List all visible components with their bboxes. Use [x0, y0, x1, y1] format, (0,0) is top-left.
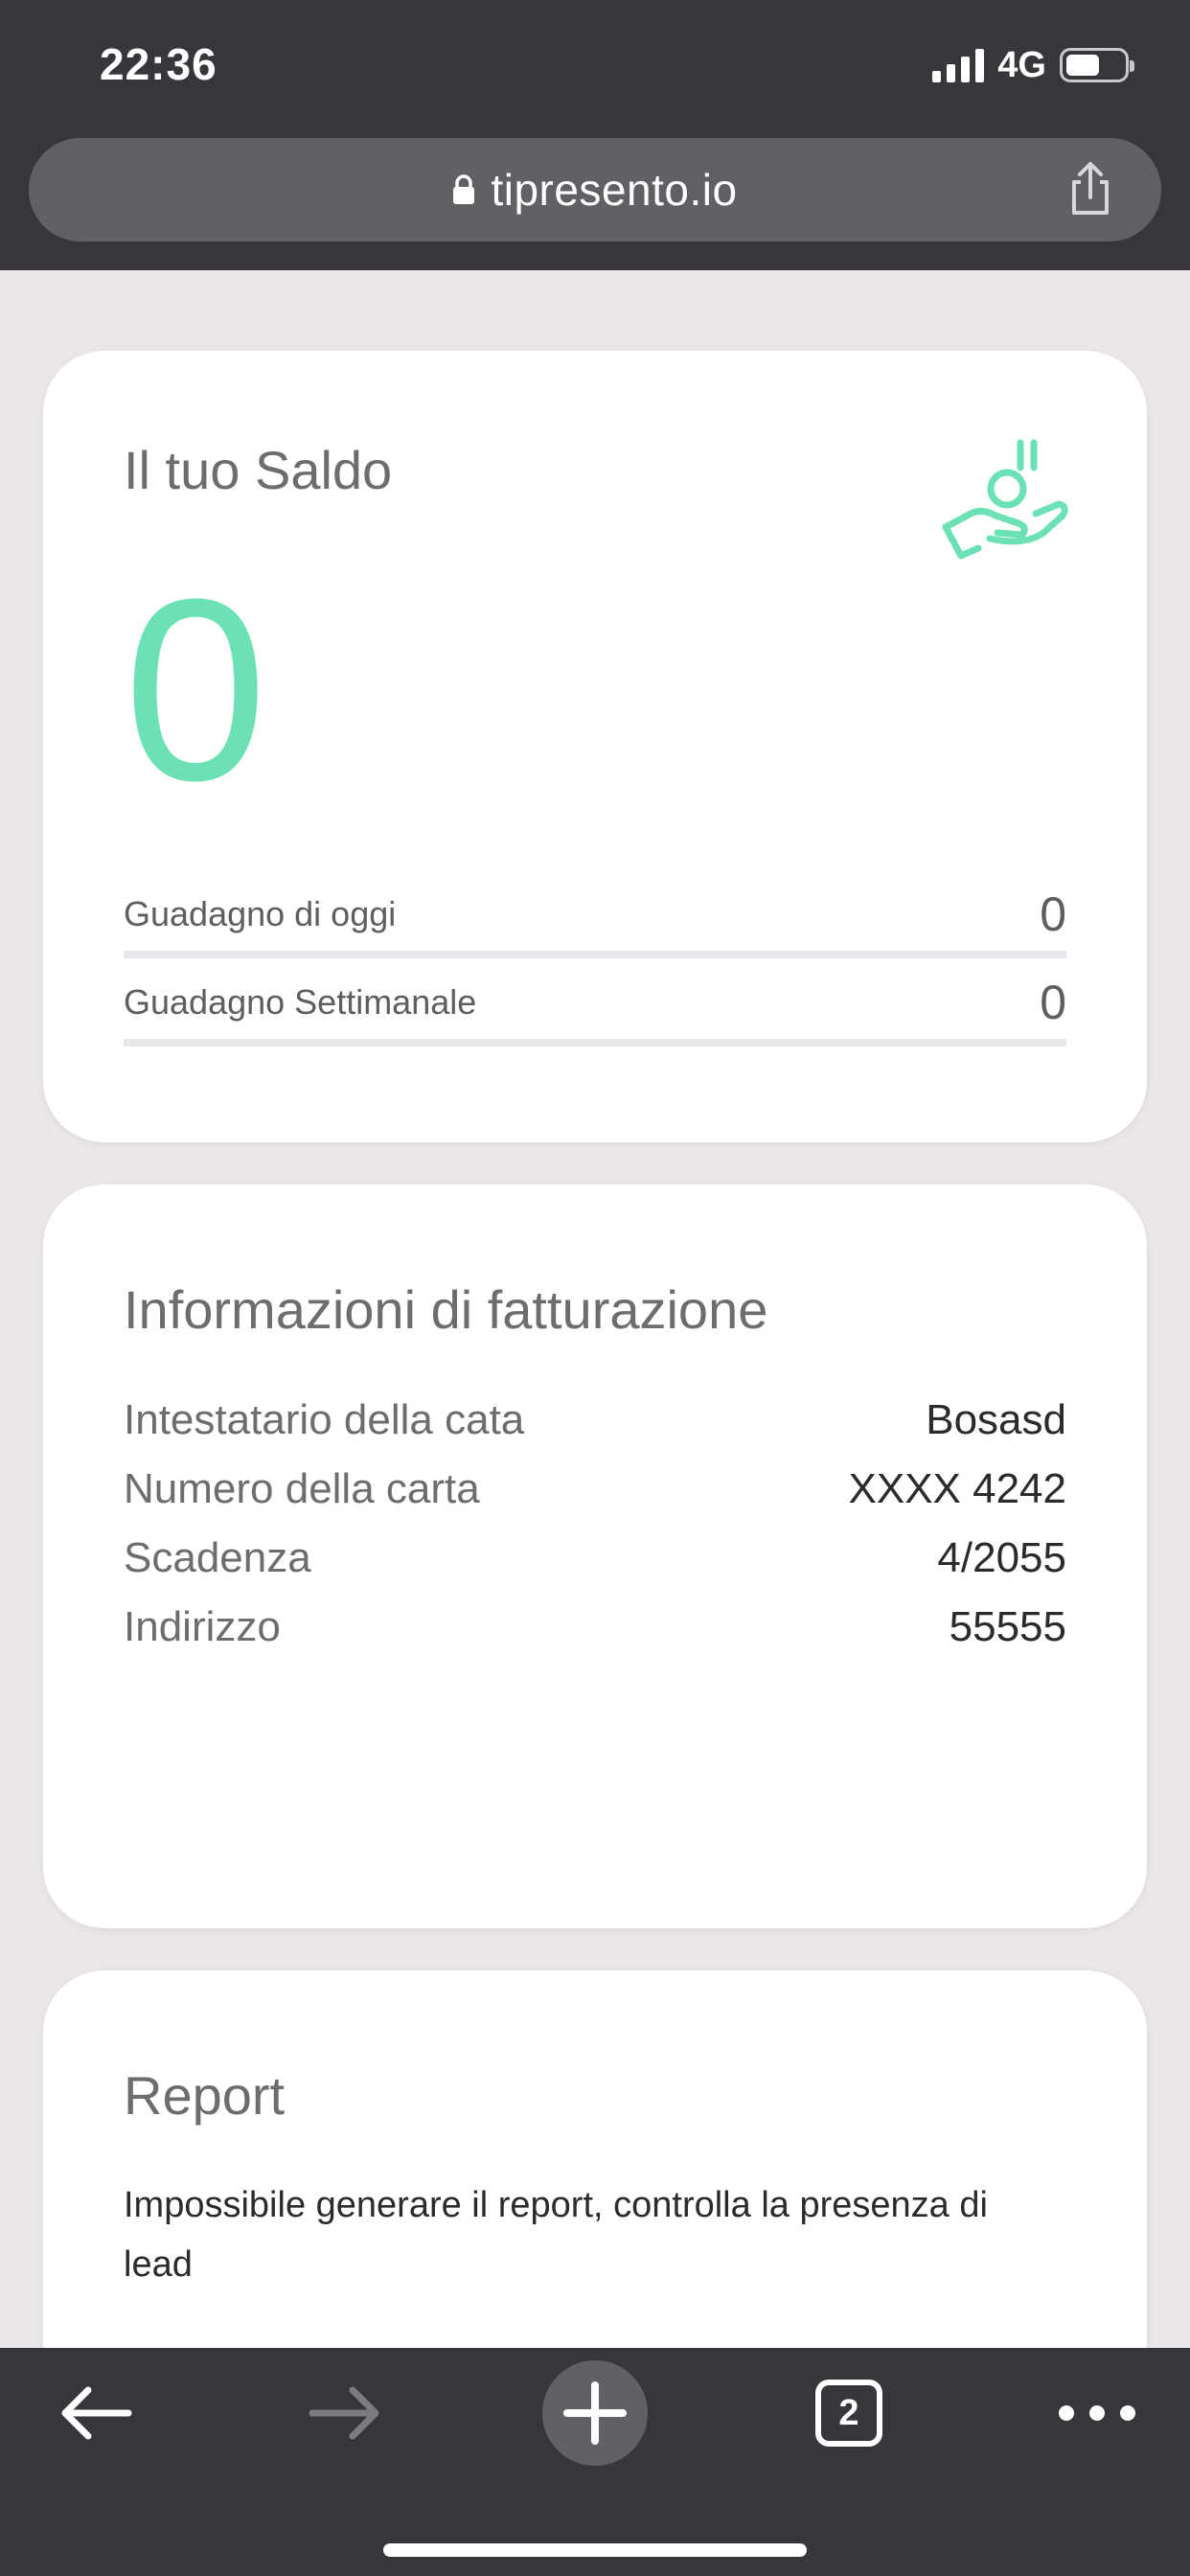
- card-number-label: Numero della carta: [124, 1465, 480, 1512]
- network-type: 4G: [997, 44, 1046, 85]
- card-holder-row: Intestatario della cata Bosasd: [124, 1386, 1066, 1455]
- back-button[interactable]: [48, 2348, 144, 2478]
- card-number-row: Numero della carta XXXX 4242: [124, 1455, 1066, 1524]
- share-icon[interactable]: [1062, 161, 1119, 218]
- new-tab-button[interactable]: [542, 2348, 648, 2478]
- home-indicator: [383, 2543, 807, 2557]
- card-expiry-label: Scadenza: [124, 1534, 311, 1581]
- address-bar[interactable]: tipresento.io: [29, 138, 1161, 242]
- screen: 22:36 4G tipresento.io Il tuo Saldo 0 Gu…: [0, 0, 1190, 2576]
- tab-count: 2: [838, 2392, 859, 2433]
- battery-icon: [1060, 48, 1134, 82]
- back-arrow-icon: [61, 2386, 132, 2440]
- balance-amount: 0: [124, 546, 268, 835]
- earnings-weekly-label: Guadagno Settimanale: [124, 982, 477, 1022]
- billing-info-list: Intestatario della cata Bosasd Numero de…: [124, 1386, 1066, 1662]
- earnings-today-label: Guadagno di oggi: [124, 894, 397, 933]
- lock-icon: [453, 174, 475, 204]
- card-holder-label: Intestatario della cata: [124, 1396, 525, 1443]
- earnings-weekly-value: 0: [1040, 976, 1066, 1029]
- browser-top-bar: 22:36 4G tipresento.io: [0, 0, 1190, 270]
- earnings-today-row: Guadagno di oggi 0: [124, 878, 1066, 958]
- forward-arrow-icon: [309, 2386, 379, 2440]
- hand-coin-icon: [942, 439, 1068, 560]
- tabs-icon: 2: [815, 2380, 882, 2447]
- card-holder-value: Bosasd: [926, 1396, 1066, 1443]
- card-expiry-row: Scadenza 4/2055: [124, 1524, 1066, 1593]
- plus-icon: [563, 2381, 627, 2445]
- more-icon: [1059, 2405, 1135, 2421]
- url-text: tipresento.io: [491, 165, 738, 215]
- balance-card: Il tuo Saldo 0 Guadagno di oggi 0 Guadag…: [43, 351, 1147, 1142]
- earnings-today-value: 0: [1040, 887, 1066, 941]
- tabs-button[interactable]: 2: [811, 2348, 887, 2478]
- more-button[interactable]: [1035, 2348, 1159, 2478]
- signal-icon: [932, 48, 985, 82]
- billing-card: Informazioni di fatturazione Intestatari…: [43, 1184, 1147, 1928]
- report-title: Report: [124, 2065, 286, 2126]
- forward-button[interactable]: [297, 2348, 393, 2478]
- billing-title: Informazioni di fatturazione: [124, 1279, 768, 1340]
- balance-title: Il tuo Saldo: [124, 440, 393, 500]
- report-message: Impossibile generare il report, controll…: [124, 2185, 988, 2285]
- address-row: Indirizzo 55555: [124, 1593, 1066, 1662]
- address-label: Indirizzo: [124, 1603, 281, 1650]
- status-icons: 4G: [932, 42, 1134, 88]
- browser-bottom-toolbar: 2: [0, 2348, 1190, 2576]
- address-value: 55555: [949, 1603, 1066, 1650]
- card-expiry-value: 4/2055: [937, 1534, 1066, 1581]
- card-number-value: XXXX 4242: [848, 1465, 1067, 1512]
- earnings-weekly-row: Guadagno Settimanale 0: [124, 966, 1066, 1046]
- status-time: 22:36: [100, 39, 217, 89]
